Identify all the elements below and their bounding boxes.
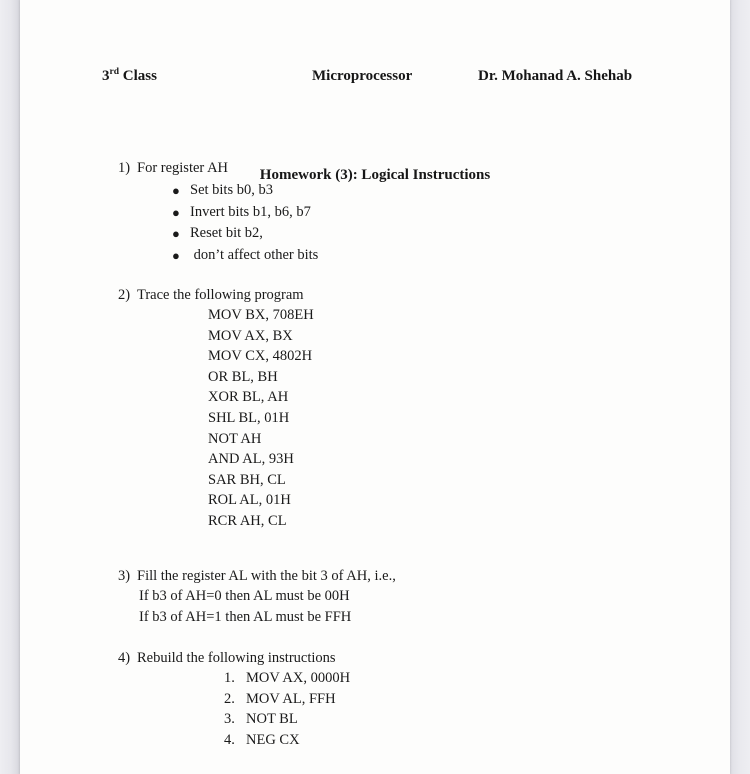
numbered-list-item: 1. MOV AX, 0000H [224, 668, 718, 689]
numbered-list-item: 3. NOT BL [224, 709, 718, 730]
question-1-heading: 1) For register AH [118, 158, 718, 178]
page-gutter-right [730, 0, 750, 774]
list-item: ● don’t affect other bits [118, 245, 718, 267]
condition-line: If b3 of AH=1 then AL must be FFH [139, 608, 352, 625]
bullet-icon: ● [172, 183, 180, 198]
instruction-line: MOV CX, 4802H [208, 348, 313, 365]
list-item-label: MOV AX, 0000H [246, 670, 351, 686]
instruction-line: MOV BX, 708EH [208, 307, 314, 323]
question-2-heading: 2) Trace the following program [118, 285, 718, 305]
list-item-index: 4. [224, 731, 235, 748]
list-item-label: Invert bits b1, b6, b7 [190, 203, 311, 220]
question-1-number: 1) [118, 160, 131, 176]
instruction-line: ROL AL, 01H [208, 492, 291, 509]
header-lecturer: Dr. Mohanad A. Shehab [478, 68, 633, 84]
header-row: 3rd Class Microprocessor Dr. Mohanad A. … [20, 67, 730, 90]
instruction-line: SAR BH, CL [208, 471, 286, 488]
instruction-line: XOR BL, AH [208, 389, 289, 406]
question-1-title: For register AH [137, 160, 229, 176]
bullet-icon: ● [172, 226, 180, 241]
list-item: ● Invert bits b1, b6, b7 [118, 202, 718, 224]
list-item-label: Set bits b0, b3 [190, 182, 273, 198]
header-class-number: 3 [102, 68, 110, 84]
question-4: 4) Rebuild the following instructions 1. M… [118, 648, 718, 750]
bullet-icon: ● [172, 247, 180, 263]
list-item-label: don’t affect other bits [190, 246, 319, 263]
page-gutter-left [0, 0, 20, 774]
document-viewport: 3rd Class Microprocessor Dr. Mohanad A. … [0, 0, 750, 774]
list-item-index: 3. [224, 711, 235, 728]
question-2-title: Trace the following program [137, 287, 304, 303]
question-4-number: 4) [118, 650, 131, 666]
condition-line: If b3 of AH=0 then AL must be 00H [139, 588, 350, 604]
instruction-line: RCR AH, CL [208, 512, 287, 529]
question-3-title: Fill the register AL with the bit 3 of A… [137, 568, 396, 584]
bullet-icon: ● [172, 204, 180, 220]
question-4-title: Rebuild the following instructions [137, 650, 336, 666]
question-1: 1) For register AH ● Set bits b0, b3 ● Inve… [118, 158, 718, 266]
document-page: 3rd Class Microprocessor Dr. Mohanad A. … [20, 0, 730, 774]
list-item-label: NEG CX [246, 731, 300, 748]
question-4-instruction-list: 1. MOV AX, 0000H 2. MOV AL, FFH 3. NOT BL 4… [118, 668, 718, 750]
header-subject: Microprocessor [312, 68, 413, 84]
instruction-line: SHL BL, 01H [208, 409, 290, 426]
instruction-line: OR BL, BH [208, 368, 278, 385]
list-item: ● Set bits b0, b3 [118, 180, 718, 202]
numbered-list-item: 4. NEG CX [224, 730, 718, 751]
header-class-label: Class [119, 68, 157, 84]
header-class: 3rd Class [102, 67, 157, 85]
header-class-ordinal-suffix: rd [109, 67, 120, 77]
list-item: ● Reset bit b2, [118, 223, 718, 245]
question-1-bullet-list: ● Set bits b0, b3 ● Invert bits b1, b6, b7… [118, 180, 718, 266]
instruction-line: NOT AH [208, 430, 262, 447]
question-4-heading: 4) Rebuild the following instructions [118, 648, 718, 668]
list-item-label: Reset bit b2, [190, 225, 263, 241]
instruction-line: AND AL, 93H [208, 451, 294, 468]
instruction-line: MOV AX, BX [208, 327, 293, 344]
document-header: 3rd Class Microprocessor Dr. Mohanad A. … [20, 67, 730, 183]
numbered-list-item: 2. MOV AL, FFH [224, 689, 718, 710]
question-3-heading: 3) Fill the register AL with the bit 3 of… [118, 566, 718, 586]
question-2: 2) Trace the following program MOV BX, 70… [118, 285, 718, 532]
list-item-label: NOT BL [246, 711, 298, 728]
list-item-label: MOV AL, FFH [246, 690, 336, 707]
list-item-index: 1. [224, 670, 235, 686]
question-3-number: 3) [118, 568, 131, 584]
question-3: 3) Fill the register AL with the bit 3 of… [118, 566, 718, 627]
question-2-number: 2) [118, 287, 131, 303]
list-item-index: 2. [224, 690, 235, 707]
question-3-condition-list: If b3 of AH=0 then AL must be 00H If b3 … [118, 586, 718, 627]
question-2-instruction-listing: MOV BX, 708EH MOV AX, BX MOV CX, 4802H O… [118, 305, 718, 532]
